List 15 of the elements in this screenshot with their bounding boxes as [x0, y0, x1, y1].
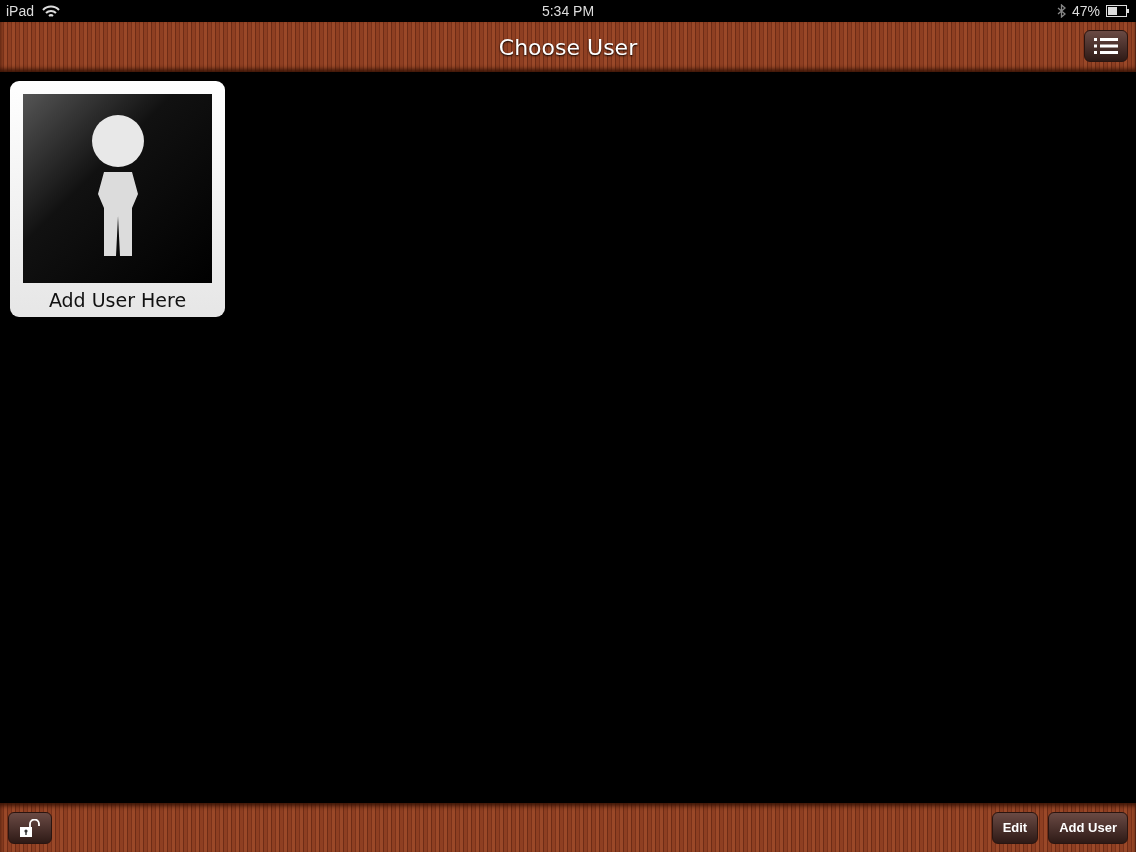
battery-icon — [1106, 5, 1130, 17]
user-card[interactable]: Add User Here — [10, 81, 225, 317]
edit-button[interactable]: Edit — [991, 811, 1039, 844]
wifi-icon — [42, 4, 61, 18]
bluetooth-icon — [1056, 4, 1066, 18]
device-name: iPad — [6, 3, 35, 19]
nav-title: Choose User — [498, 34, 638, 60]
lock-button[interactable] — [8, 811, 52, 844]
add-user-button[interactable]: Add User — [1048, 811, 1128, 844]
list-icon — [1094, 37, 1118, 55]
battery-percent: 47% — [1071, 3, 1100, 19]
menu-button[interactable] — [1084, 30, 1128, 62]
clock-time: 5:34 PM — [541, 3, 595, 19]
unlocked-padlock-icon — [19, 818, 41, 837]
card-label: Add User Here — [48, 289, 187, 311]
